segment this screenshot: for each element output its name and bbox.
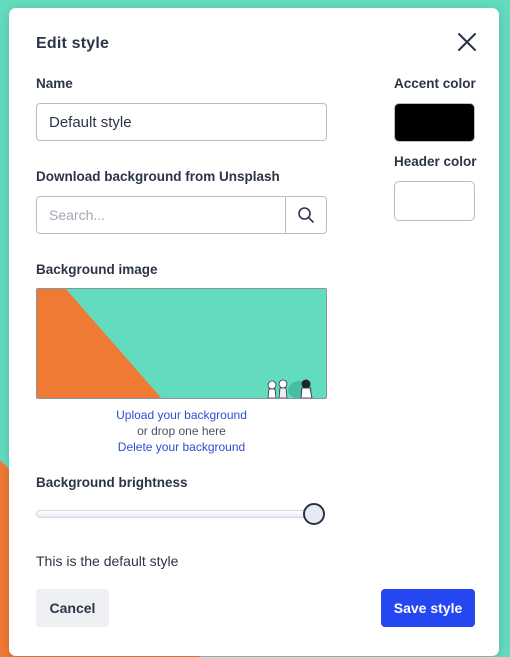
dialog-title: Edit style (36, 35, 110, 52)
search-icon (298, 207, 314, 223)
upload-background-link[interactable]: Upload your background (36, 408, 327, 422)
header-color-label: Header color (394, 154, 477, 169)
close-icon (458, 33, 476, 51)
accent-color-label: Accent color (394, 76, 476, 91)
brightness-label: Background brightness (36, 475, 188, 490)
drop-hint-text: or drop one here (137, 424, 226, 438)
unsplash-label: Download background from Unsplash (36, 169, 280, 184)
accent-color-swatch[interactable] (394, 103, 475, 142)
background-image-label: Background image (36, 262, 158, 277)
brightness-slider-thumb[interactable] (303, 503, 325, 525)
style-description: This is the default style (36, 553, 179, 569)
close-button[interactable] (453, 28, 481, 56)
background-image-preview[interactable] (36, 288, 327, 399)
save-style-button[interactable]: Save style (381, 589, 475, 627)
edit-style-dialog: Edit style Name Accent color Header colo… (9, 8, 499, 656)
search-button[interactable] (285, 196, 327, 234)
header-color-swatch[interactable] (394, 181, 475, 221)
name-label: Name (36, 76, 73, 91)
illustration-icon (267, 379, 313, 398)
delete-background-link[interactable]: Delete your background (36, 440, 327, 454)
brightness-slider-track[interactable] (36, 510, 314, 518)
name-input[interactable] (36, 103, 327, 141)
cancel-button[interactable]: Cancel (36, 589, 109, 627)
unsplash-search-input[interactable] (36, 196, 286, 234)
